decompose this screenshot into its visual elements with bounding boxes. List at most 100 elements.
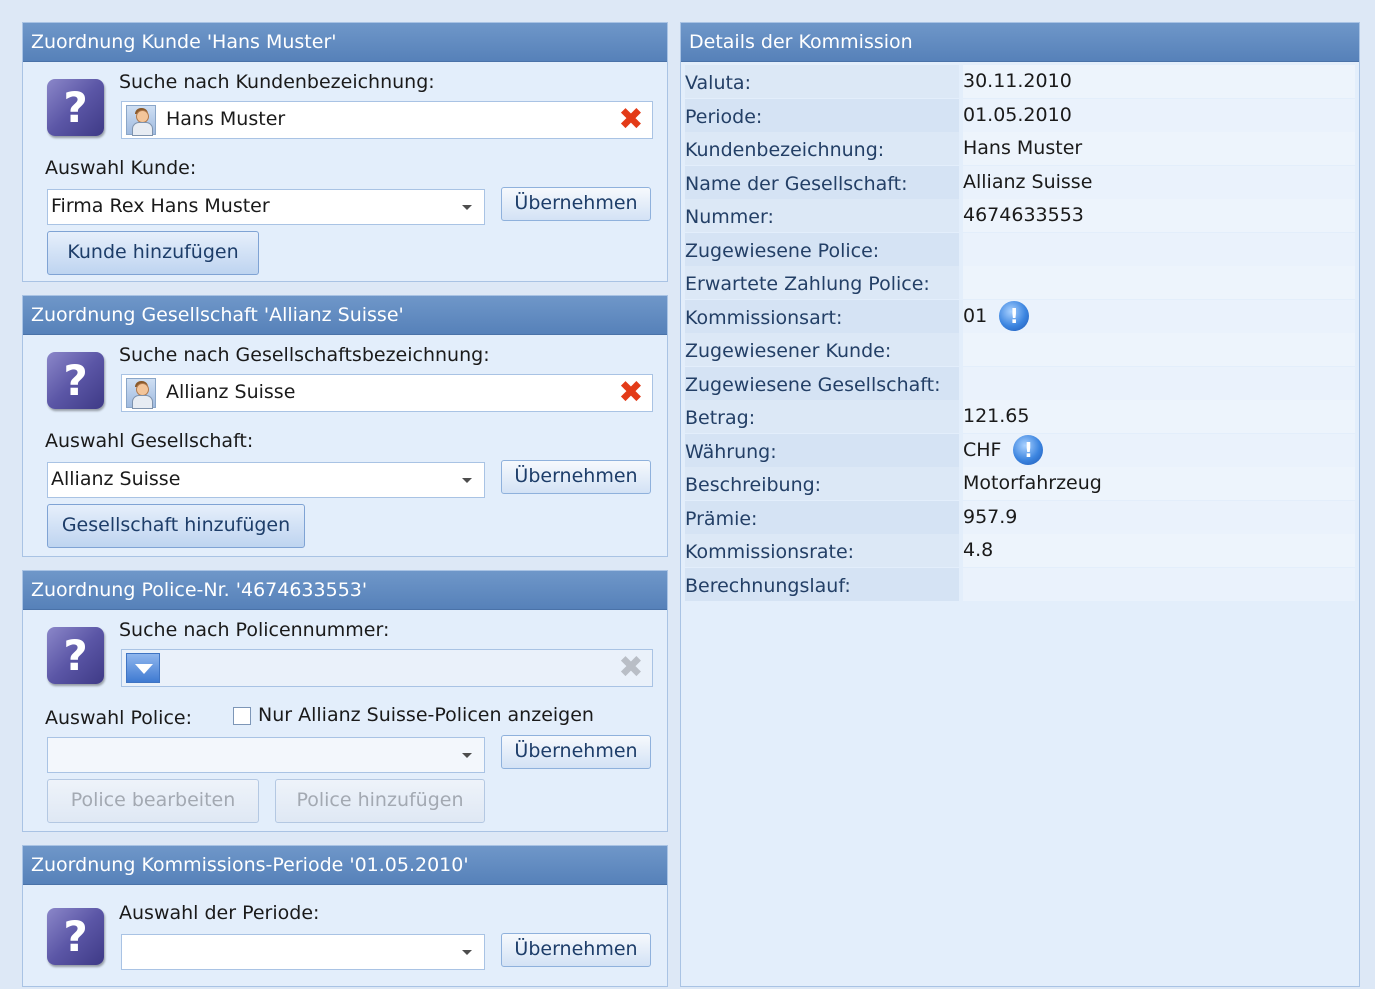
help-icon: ?	[47, 908, 104, 965]
detail-row: Kundenbezeichnung: Hans Muster	[681, 132, 1357, 165]
detail-row: Erwartete Zahlung Police:	[681, 266, 1357, 299]
detail-row: Betrag: 121.65	[681, 400, 1357, 433]
detail-value: 4674633553	[963, 199, 1355, 232]
detail-row: Kommissionsart: 01!	[681, 299, 1357, 333]
clear-icon[interactable]: ✖	[616, 378, 646, 408]
detail-value: Hans Muster	[963, 132, 1355, 165]
chevron-down-icon	[462, 205, 472, 210]
period-panel: Zuordnung Kommissions-Periode '01.05.201…	[22, 845, 668, 987]
detail-key: Prämie:	[685, 500, 959, 534]
company-select[interactable]: Allianz Suisse	[47, 462, 485, 498]
company-search-input[interactable]: Allianz Suisse ✖	[121, 374, 653, 412]
detail-value: 01.05.2010	[963, 98, 1355, 132]
detail-value: Motorfahrzeug	[963, 467, 1355, 500]
detail-value: 121.65	[963, 400, 1355, 433]
customer-search-label: Suche nach Kundenbezeichnung:	[119, 71, 435, 93]
detail-value	[963, 266, 1355, 299]
detail-value	[963, 366, 1355, 400]
period-select-label: Auswahl der Periode:	[119, 902, 320, 924]
detail-key: Zugewiesener Kunde:	[685, 333, 959, 366]
detail-key: Kommissionsrate:	[685, 534, 959, 567]
policy-search-label: Suche nach Policennummer:	[119, 619, 390, 641]
policy-select-label: Auswahl Police:	[45, 707, 192, 729]
edit-policy-button[interactable]: Police bearbeiten	[47, 779, 259, 823]
detail-key: Beschreibung:	[685, 467, 959, 500]
detail-value: 01!	[963, 299, 1355, 333]
help-icon: ?	[47, 627, 104, 684]
customer-select-label: Auswahl Kunde:	[45, 157, 197, 179]
add-customer-button[interactable]: Kunde hinzufügen	[47, 231, 259, 275]
detail-key: Währung:	[685, 433, 959, 467]
currency-value: CHF	[963, 438, 1002, 461]
detail-value	[963, 333, 1355, 366]
period-apply-button[interactable]: Übernehmen	[501, 933, 651, 967]
chevron-down-icon	[462, 753, 472, 758]
detail-row: Zugewiesener Kunde:	[681, 333, 1357, 366]
details-panel: Details der Kommission Valuta: 30.11.201…	[680, 22, 1360, 987]
add-policy-button[interactable]: Police hinzufügen	[275, 779, 485, 823]
policy-select[interactable]	[47, 737, 485, 773]
detail-value: 30.11.2010	[963, 65, 1355, 98]
clear-icon[interactable]: ✖	[616, 105, 646, 135]
policy-apply-button[interactable]: Übernehmen	[501, 735, 651, 769]
info-icon[interactable]: !	[1013, 435, 1044, 465]
only-company-policies-checkbox[interactable]	[233, 707, 251, 725]
detail-value	[963, 232, 1355, 266]
customer-search-value: Hans Muster	[166, 108, 286, 130]
company-apply-button[interactable]: Übernehmen	[501, 460, 651, 494]
detail-key: Kundenbezeichnung:	[685, 132, 959, 165]
customer-apply-button[interactable]: Übernehmen	[501, 187, 651, 221]
company-search-value: Allianz Suisse	[166, 381, 296, 403]
company-panel: Zuordnung Gesellschaft 'Allianz Suisse' …	[22, 295, 668, 557]
policy-panel-title: Zuordnung Police-Nr. '4674633553'	[23, 571, 667, 610]
only-company-policies-label[interactable]: Nur Allianz Suisse-Policen anzeigen	[258, 704, 594, 726]
detail-key: Betrag:	[685, 400, 959, 433]
detail-key: Valuta:	[685, 65, 959, 98]
detail-value: 957.9	[963, 500, 1355, 534]
detail-row: Währung: CHF!	[681, 433, 1357, 467]
company-panel-title: Zuordnung Gesellschaft 'Allianz Suisse'	[23, 296, 667, 335]
detail-row: Beschreibung: Motorfahrzeug	[681, 467, 1357, 500]
detail-key: Kommissionsart:	[685, 299, 959, 333]
detail-value: 4.8	[963, 534, 1355, 567]
detail-key: Name der Gesellschaft:	[685, 165, 959, 199]
detail-row: Prämie: 957.9	[681, 500, 1357, 534]
customer-search-input[interactable]: Hans Muster ✖	[121, 101, 653, 139]
dropdown-icon[interactable]	[126, 653, 160, 683]
detail-key: Nummer:	[685, 199, 959, 232]
customer-panel: Zuordnung Kunde 'Hans Muster' ? Suche na…	[22, 22, 668, 282]
customer-panel-title: Zuordnung Kunde 'Hans Muster'	[23, 23, 667, 62]
detail-row: Nummer: 4674633553	[681, 199, 1357, 232]
detail-row: Zugewiesene Police:	[681, 232, 1357, 266]
company-search-label: Suche nach Gesellschaftsbezeichnung:	[119, 344, 490, 366]
customer-select[interactable]: Firma Rex Hans Muster	[47, 189, 485, 225]
detail-key: Erwartete Zahlung Police:	[685, 266, 959, 299]
commission-type-value: 01	[963, 304, 988, 327]
detail-row: Zugewiesene Gesellschaft:	[681, 366, 1357, 400]
info-icon[interactable]: !	[999, 301, 1030, 331]
detail-row: Valuta: 30.11.2010	[681, 65, 1357, 98]
detail-key: Periode:	[685, 98, 959, 132]
detail-value: CHF!	[963, 433, 1355, 467]
policy-panel: Zuordnung Police-Nr. '4674633553' ? Such…	[22, 570, 668, 832]
person-icon	[126, 378, 156, 409]
clear-icon: ✖	[618, 650, 644, 685]
help-icon: ?	[47, 352, 104, 409]
company-select-label: Auswahl Gesellschaft:	[45, 430, 254, 452]
chevron-down-icon	[462, 950, 472, 955]
policy-search-input[interactable]: ✖	[121, 649, 653, 687]
detail-row: Kommissionsrate: 4.8	[681, 534, 1357, 567]
detail-key: Zugewiesene Gesellschaft:	[685, 366, 959, 400]
period-select[interactable]	[121, 934, 485, 970]
company-select-value: Allianz Suisse	[51, 468, 181, 490]
period-panel-title: Zuordnung Kommissions-Periode '01.05.201…	[23, 846, 667, 885]
detail-value: Allianz Suisse	[963, 165, 1355, 199]
add-company-button[interactable]: Gesellschaft hinzufügen	[47, 504, 305, 548]
chevron-down-icon	[462, 478, 472, 483]
details-panel-title: Details der Kommission	[681, 23, 1359, 62]
detail-row: Name der Gesellschaft: Allianz Suisse	[681, 165, 1357, 199]
detail-key: Zugewiesene Police:	[685, 232, 959, 266]
detail-row: Periode: 01.05.2010	[681, 98, 1357, 132]
detail-key: Berechnungslauf:	[685, 567, 959, 601]
help-icon: ?	[47, 79, 104, 136]
